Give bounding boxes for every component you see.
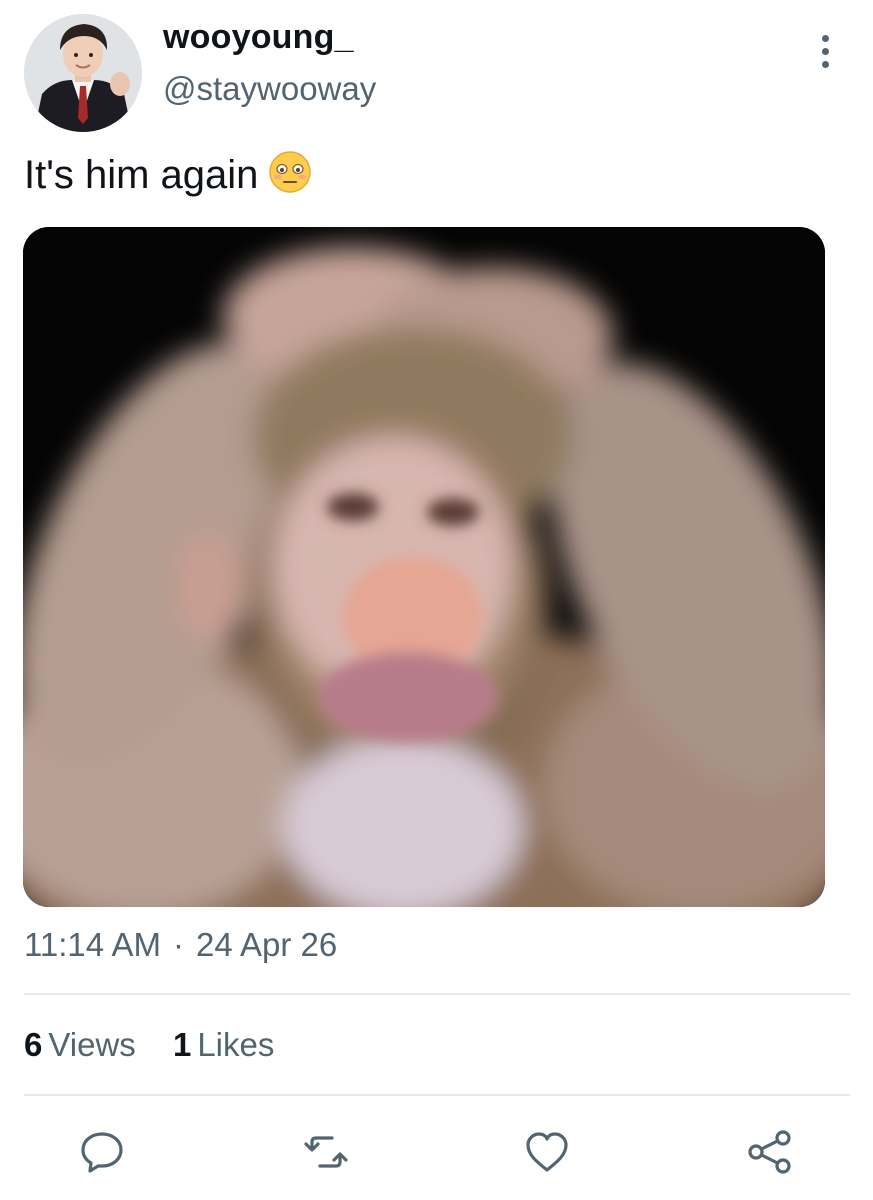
more-dot-icon — [821, 60, 829, 68]
likes-stat[interactable]: 1 Likes — [173, 1026, 274, 1064]
retweet-button[interactable] — [302, 1128, 350, 1176]
more-dot-icon — [821, 47, 829, 55]
likes-label: Likes — [197, 1026, 275, 1063]
tweet-text: It's him again — [24, 150, 312, 205]
flushed-face-emoji-icon — [268, 150, 312, 205]
tweet-media[interactable] — [23, 227, 825, 907]
more-options-button[interactable] — [808, 30, 842, 72]
user-avatar-photo — [24, 14, 142, 132]
tweet-body: It's him again — [24, 153, 259, 197]
heart-icon — [526, 1132, 568, 1172]
engagement-stats: 6 Views 1 Likes — [24, 1026, 302, 1064]
views-count: 6 — [24, 1026, 43, 1063]
divider — [24, 993, 850, 995]
views-label: Views — [48, 1026, 136, 1063]
more-dot-icon — [821, 34, 829, 42]
retweet-icon — [304, 1136, 348, 1168]
views-stat[interactable]: 6 Views — [24, 1026, 136, 1064]
tweet-date: 24 Apr 26 — [195, 926, 338, 963]
tweet-timestamp[interactable]: 11:14 AM · 24 Apr 26 — [24, 926, 337, 964]
comment-icon — [81, 1132, 123, 1173]
likes-count: 1 — [172, 1026, 192, 1063]
blurry-monkey-photo — [23, 227, 825, 907]
like-button[interactable] — [523, 1128, 571, 1176]
reply-button[interactable] — [78, 1128, 126, 1176]
user-handle[interactable]: @staywooway — [163, 70, 376, 108]
display-name[interactable]: wooyoung_ — [163, 18, 354, 57]
divider — [24, 1094, 850, 1096]
avatar[interactable] — [24, 14, 142, 132]
share-icon — [748, 1130, 791, 1174]
timestamp-separator: · — [172, 926, 184, 963]
tweet-time: 11:14 AM — [24, 926, 161, 963]
share-button[interactable] — [746, 1128, 794, 1176]
